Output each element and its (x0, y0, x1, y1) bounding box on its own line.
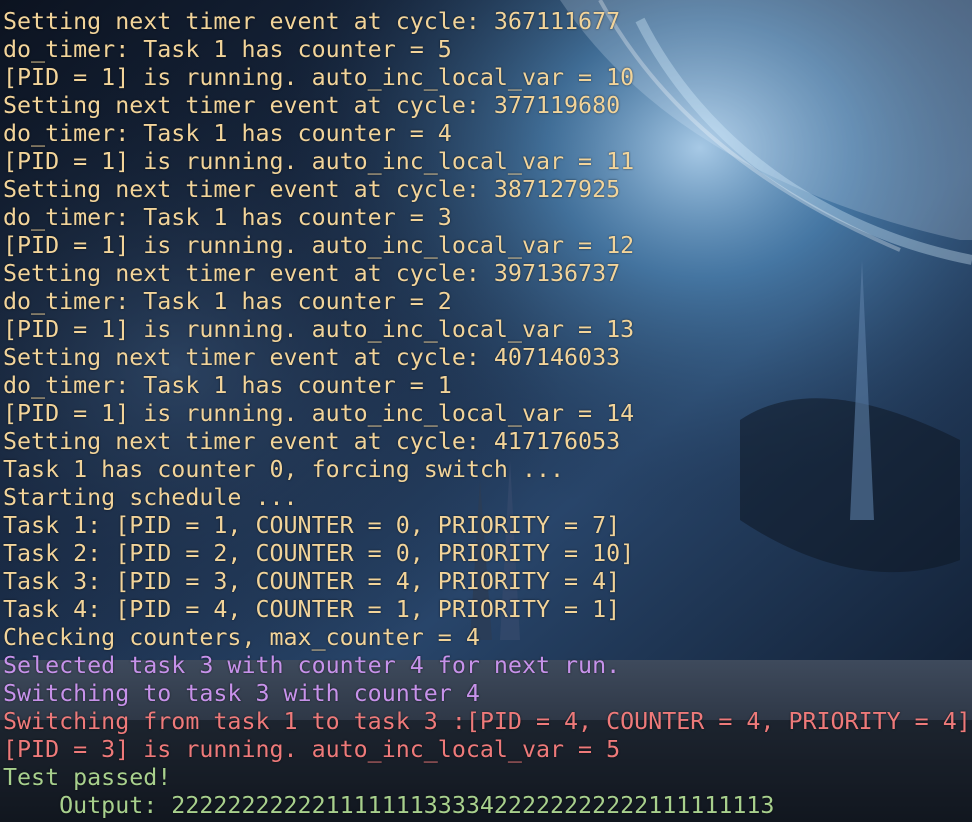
terminal-line: Setting next timer event at cycle: 38712… (3, 176, 621, 203)
terminal-line: Output: 22222222222111111133334222222222… (3, 792, 775, 819)
terminal-line: Switching to task 3 with counter 4 (3, 680, 480, 707)
terminal-line: do_timer: Task 1 has counter = 4 (3, 120, 452, 147)
terminal-line: Setting next timer event at cycle: 36711… (3, 8, 621, 35)
terminal-line: Setting next timer event at cycle: 40714… (3, 344, 621, 371)
terminal-line: [PID = 1] is running. auto_inc_local_var… (3, 316, 635, 343)
terminal-line: Task 2: [PID = 2, COUNTER = 0, PRIORITY … (3, 540, 635, 567)
terminal-line: Task 4: [PID = 4, COUNTER = 1, PRIORITY … (3, 596, 621, 623)
terminal-line: Test passed! (3, 764, 172, 791)
terminal-line: [PID = 1] is running. auto_inc_local_var… (3, 64, 635, 91)
terminal-line: do_timer: Task 1 has counter = 1 (3, 372, 452, 399)
terminal-line: Task 1 has counter 0, forcing switch ... (3, 456, 565, 483)
terminal-line: Switching from task 1 to task 3 :[PID = … (3, 708, 971, 735)
terminal-line: Checking counters, max_counter = 4 (3, 624, 480, 651)
terminal-line: do_timer: Task 1 has counter = 5 (3, 36, 452, 63)
terminal-output: Setting next timer event at cycle: 36711… (3, 8, 971, 820)
terminal-line: [PID = 1] is running. auto_inc_local_var… (3, 400, 635, 427)
terminal-line: Setting next timer event at cycle: 37711… (3, 92, 621, 119)
terminal-line: Task 1: [PID = 1, COUNTER = 0, PRIORITY … (3, 512, 621, 539)
terminal-line: do_timer: Task 1 has counter = 3 (3, 204, 452, 231)
terminal-line: do_timer: Task 1 has counter = 2 (3, 288, 452, 315)
terminal-line: Setting next timer event at cycle: 39713… (3, 260, 621, 287)
terminal-line: [PID = 1] is running. auto_inc_local_var… (3, 232, 635, 259)
terminal-line: Setting next timer event at cycle: 41717… (3, 428, 621, 455)
terminal-line: Task 3: [PID = 3, COUNTER = 4, PRIORITY … (3, 568, 621, 595)
terminal-line: [PID = 3] is running. auto_inc_local_var… (3, 736, 621, 763)
terminal-line: Starting schedule ... (3, 484, 298, 511)
terminal-line: [PID = 1] is running. auto_inc_local_var… (3, 148, 635, 175)
terminal-line: Selected task 3 with counter 4 for next … (3, 652, 621, 679)
terminal-window[interactable]: Setting next timer event at cycle: 36711… (0, 0, 972, 822)
